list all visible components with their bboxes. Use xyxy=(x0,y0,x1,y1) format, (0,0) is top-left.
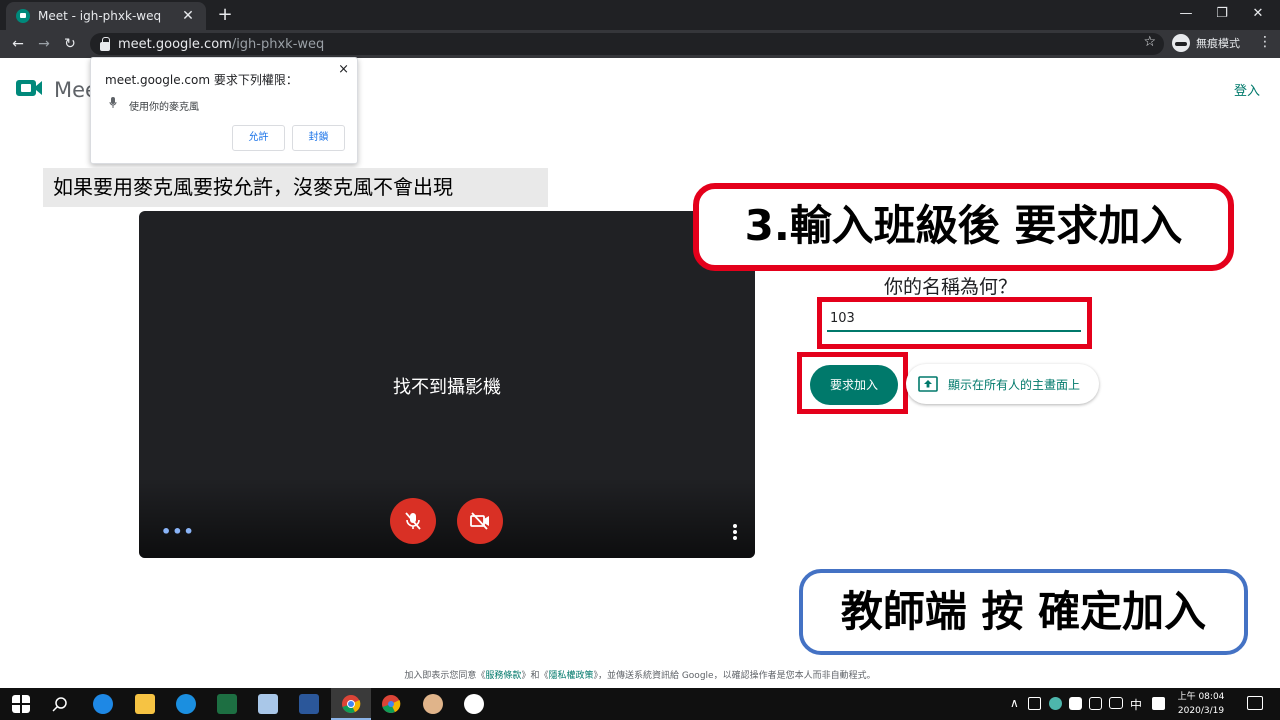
chrome-profile-icon[interactable] xyxy=(381,694,401,714)
taskbar-clock[interactable]: 上午 08:04 2020/3/19 xyxy=(1176,690,1226,718)
notification-center-icon[interactable] xyxy=(1247,696,1263,710)
dropbox-icon[interactable] xyxy=(1069,697,1082,710)
allow-button[interactable]: 允許 xyxy=(232,125,285,151)
search-icon[interactable] xyxy=(52,696,68,712)
video-shade xyxy=(139,478,755,558)
internet-explorer-icon[interactable] xyxy=(176,694,196,714)
address-bar[interactable]: meet.google.com /igh-phxk-weq ☆ xyxy=(90,33,1164,55)
terms-of-service-link[interactable]: 服務條款 xyxy=(485,671,521,681)
privacy-policy-link[interactable]: 隱私權政策 xyxy=(548,671,593,681)
name-input[interactable] xyxy=(827,306,1081,332)
browser-tab-meet[interactable]: Meet - igh-phxk-weq ✕ xyxy=(6,2,206,30)
video-preview: 找不到攝影機 ••• xyxy=(139,211,755,558)
name-question: 你的名稱為何？ xyxy=(884,276,1018,298)
permission-item-microphone: 使用你的麥克風 xyxy=(129,102,199,113)
present-button-label: 顯示在所有人的主畫面上 xyxy=(948,377,1081,392)
file-explorer-icon[interactable] xyxy=(135,694,155,714)
lock-icon[interactable] xyxy=(100,36,110,51)
network-icon[interactable] xyxy=(1109,697,1123,709)
no-camera-message: 找不到攝影機 xyxy=(393,377,501,398)
volume-icon[interactable] xyxy=(1089,697,1102,710)
footer-prefix: 加入即表示您同意《 xyxy=(404,671,486,681)
taskbar-active-chrome[interactable] xyxy=(331,688,371,720)
permission-title: meet.google.com 要求下列權限： xyxy=(105,73,298,87)
present-screen-icon xyxy=(918,376,938,392)
browser-tab-strip: Meet - igh-phxk-weq ✕ + — ❐ ✕ xyxy=(0,0,1280,30)
footer-middle: 》和《 xyxy=(521,671,549,681)
clock-time: 上午 08:04 xyxy=(1177,692,1225,702)
incognito-label: 無痕模式 xyxy=(1196,37,1240,50)
browser-menu-icon[interactable]: ⋮ xyxy=(1258,34,1272,50)
capture-app-icon[interactable] xyxy=(464,694,484,714)
ime-indicator[interactable]: 中 xyxy=(1130,696,1142,713)
back-button[interactable]: ← xyxy=(8,34,28,54)
user-avatar-icon[interactable] xyxy=(423,694,443,714)
windows-taskbar: ∧ 中 上午 08:04 2020/3/19 xyxy=(0,688,1280,720)
window-maximize-button[interactable]: ❐ xyxy=(1204,0,1240,30)
sign-in-link[interactable]: 登入 xyxy=(1234,80,1260,99)
tray-app-icon[interactable] xyxy=(1028,697,1041,710)
tab-close-icon[interactable]: ✕ xyxy=(180,8,196,24)
annotation-caption: 如果要用麥克風要按允許，沒麥克風不會出現 xyxy=(43,168,548,207)
google-meet-logo-icon xyxy=(16,80,42,96)
more-options-icon[interactable] xyxy=(733,524,737,542)
meet-favicon-icon xyxy=(16,9,30,23)
permission-close-icon[interactable]: × xyxy=(338,62,349,77)
notepad-icon[interactable] xyxy=(258,694,278,714)
footer-suffix: 》，並傳送系統資訊給 Google，以確認操作者是您本人而非自動程式。 xyxy=(593,671,876,681)
windows-start-icon[interactable] xyxy=(12,695,30,713)
annotation-banner-teacher: 教師端 按 確定加入 xyxy=(799,569,1248,655)
tab-title: Meet - igh-phxk-weq xyxy=(38,9,162,23)
taskbar-app-icon[interactable] xyxy=(93,694,113,714)
microphone-off-icon xyxy=(405,512,421,530)
window-close-button[interactable]: ✕ xyxy=(1240,0,1276,30)
reload-button[interactable]: ↻ xyxy=(60,34,80,54)
camera-off-button[interactable] xyxy=(457,498,503,544)
camera-off-icon xyxy=(470,512,489,530)
incognito-icon xyxy=(1172,34,1190,52)
url-host: meet.google.com xyxy=(118,36,232,52)
terms-footer: 加入即表示您同意《服務條款》和《隱私權政策》，並傳送系統資訊給 Google，以… xyxy=(0,668,1280,681)
tray-cloud-icon[interactable] xyxy=(1049,697,1062,710)
browser-toolbar: ← → ↻ meet.google.com /igh-phxk-weq ☆ 無痕… xyxy=(0,30,1280,58)
microphone-icon xyxy=(109,97,117,108)
word-icon[interactable] xyxy=(299,694,319,714)
window-minimize-button[interactable]: — xyxy=(1168,0,1204,30)
ask-to-join-button[interactable]: 要求加入 xyxy=(810,365,898,405)
more-effects-icon[interactable]: ••• xyxy=(161,524,195,540)
new-tab-button[interactable]: + xyxy=(214,4,236,26)
mute-microphone-button[interactable] xyxy=(390,498,436,544)
url-path: /igh-phxk-weq xyxy=(231,36,325,52)
chrome-icon xyxy=(342,695,361,713)
clock-date: 2020/3/19 xyxy=(1177,706,1225,716)
present-button[interactable]: 顯示在所有人的主畫面上 xyxy=(906,364,1099,404)
tray-overflow-icon[interactable]: ∧ xyxy=(1010,696,1019,710)
forward-button[interactable]: → xyxy=(34,34,54,54)
excel-icon[interactable] xyxy=(217,694,237,714)
ime-mode-icon[interactable] xyxy=(1152,697,1165,710)
bookmark-star-icon[interactable]: ☆ xyxy=(1143,34,1156,50)
block-button[interactable]: 封鎖 xyxy=(292,125,345,151)
annotation-banner-step3: 3.輸入班級後 要求加入 xyxy=(693,183,1234,271)
incognito-indicator[interactable]: 無痕模式 xyxy=(1172,34,1240,52)
permission-popup: meet.google.com 要求下列權限： × 使用你的麥克風 允許 封鎖 xyxy=(90,57,358,164)
